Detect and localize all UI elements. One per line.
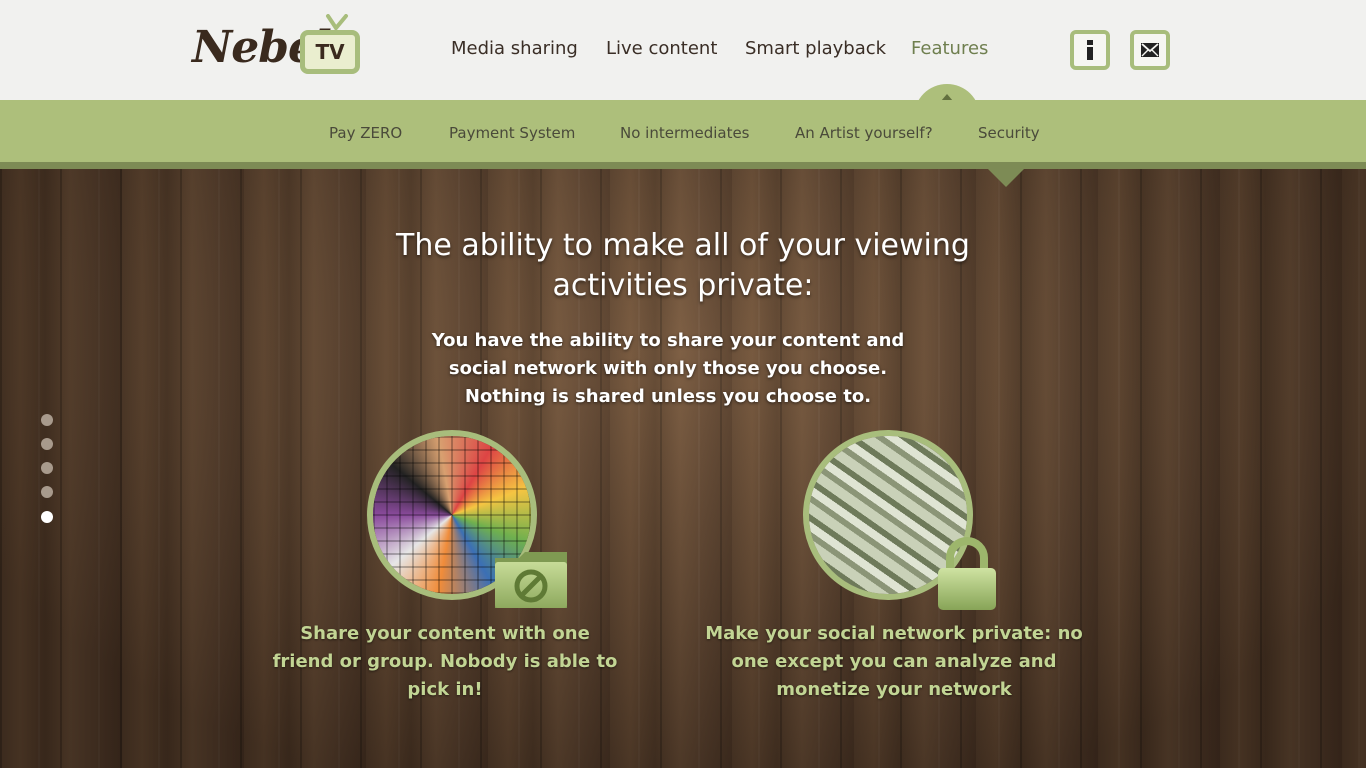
pager-dot-5[interactable] bbox=[41, 511, 53, 523]
folder-block-icon bbox=[495, 552, 567, 608]
pager-dot-1[interactable] bbox=[41, 414, 53, 426]
subnav-security[interactable]: Security bbox=[978, 124, 1040, 142]
subnav-payment-system[interactable]: Payment System bbox=[449, 124, 575, 142]
logo-tv-badge: TV bbox=[300, 30, 360, 74]
pager-dot-3[interactable] bbox=[41, 462, 53, 474]
nav-live-content[interactable]: Live content bbox=[606, 38, 717, 59]
info-button[interactable] bbox=[1070, 30, 1110, 70]
pager-dot-2[interactable] bbox=[41, 438, 53, 450]
slide-subtext: You have the ability to share your conte… bbox=[431, 330, 905, 407]
header: Nebel. TV Media sharing Live content Sma… bbox=[0, 0, 1366, 100]
feature-caption-private: Make your social network private: no one… bbox=[705, 623, 1083, 700]
info-icon bbox=[1087, 40, 1093, 60]
subnav-pay-zero[interactable]: Pay ZERO bbox=[329, 124, 402, 142]
nebel-tv-logo[interactable]: Nebel. TV bbox=[192, 14, 372, 80]
subnav-artist-yourself[interactable]: An Artist yourself? bbox=[795, 124, 933, 142]
mail-icon bbox=[1141, 43, 1159, 57]
padlock-icon bbox=[938, 537, 996, 610]
nav-smart-playback[interactable]: Smart playback bbox=[745, 38, 886, 59]
contact-button[interactable] bbox=[1130, 30, 1170, 70]
slide-headline: The ability to make all of your viewing … bbox=[396, 228, 970, 303]
nav-features[interactable]: Features bbox=[911, 38, 988, 59]
active-subnav-pointer bbox=[988, 169, 1024, 187]
sub-nav: Pay ZERO Payment System No intermediates… bbox=[0, 100, 1366, 169]
feature-caption-share: Share your content with one friend or gr… bbox=[272, 623, 618, 700]
nav-media-sharing[interactable]: Media sharing bbox=[451, 38, 578, 59]
pager-dot-4[interactable] bbox=[41, 486, 53, 498]
subnav-no-intermediates[interactable]: No intermediates bbox=[620, 124, 750, 142]
